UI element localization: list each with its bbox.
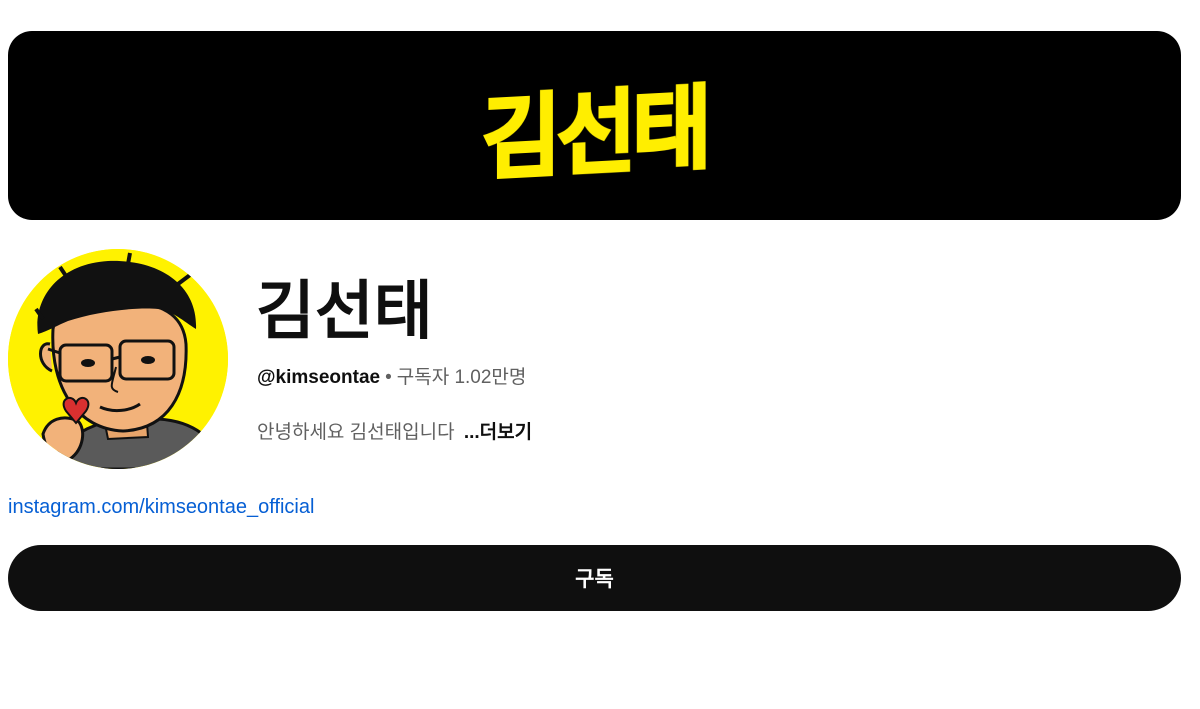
avatar-illustration	[8, 249, 228, 469]
channel-header-page: 김선태 김선태 @kimseontae • 구독자 1.02만명 안녕하세요 김…	[0, 0, 1200, 709]
subscriber-count: 구독자 1.02만명	[396, 367, 527, 388]
meta-separator: •	[385, 367, 392, 388]
channel-handle: @kimseontae	[257, 367, 381, 388]
channel-banner: 김선태	[8, 31, 1181, 220]
subscribe-button[interactable]: 구독	[8, 545, 1181, 611]
channel-avatar[interactable]	[8, 249, 228, 469]
description-text: 안녕하세요 김선태입니다	[257, 422, 455, 443]
banner-logo: 김선태	[480, 75, 708, 195]
channel-external-link[interactable]: instagram.com/kimseontae_official	[8, 494, 314, 520]
channel-meta: @kimseontae • 구독자 1.02만명	[257, 365, 526, 391]
channel-name: 김선태	[256, 275, 433, 349]
channel-description[interactable]: 안녕하세요 김선태입니다 ...더보기	[257, 420, 532, 446]
more-button[interactable]: ...더보기	[464, 422, 532, 443]
